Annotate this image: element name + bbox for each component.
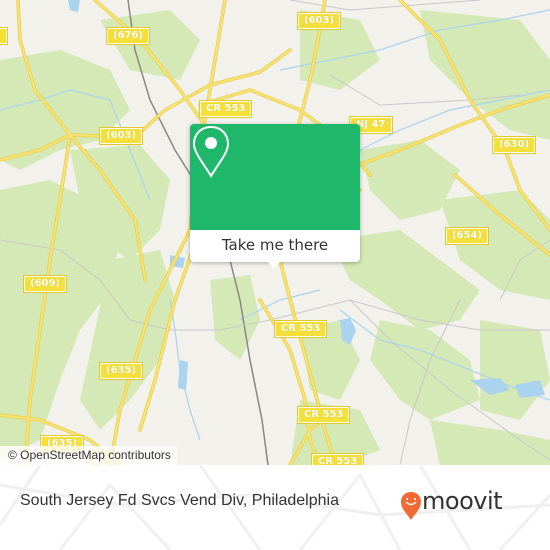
map[interactable]: (676) (603) (603) CR 553 NJ 47 (630) (65… [0, 0, 550, 465]
map-pin-icon [192, 125, 230, 178]
location-popup: Take me there [190, 124, 360, 269]
footer: South Jersey Fd Svcs Vend Div, Philadelp… [0, 465, 550, 550]
road-label: (676) [105, 27, 151, 45]
road-label: (603) [98, 127, 144, 145]
map-attribution[interactable]: © OpenStreetMap contributors [0, 446, 177, 465]
place-name: South Jersey Fd Svcs Vend Div, Philadelp… [20, 492, 339, 509]
road-label: (630) [491, 136, 537, 154]
road-label: CR 553 [198, 100, 253, 118]
road-label: CR 553 [296, 406, 351, 424]
road-label: CR 553 [273, 320, 328, 338]
road-label: (635) [98, 362, 144, 380]
road-label: (603) [296, 12, 342, 30]
moovit-pin-icon [401, 492, 421, 520]
popup-header [190, 124, 360, 230]
brand-name: moovit [422, 487, 503, 515]
popup-pointer [267, 261, 281, 269]
road-label: (654) [444, 227, 490, 245]
take-me-there-button[interactable]: Take me there [190, 230, 360, 262]
road-label: (609) [22, 275, 68, 293]
road-label-partial [0, 27, 8, 45]
road-label: CR 553 [310, 453, 365, 465]
